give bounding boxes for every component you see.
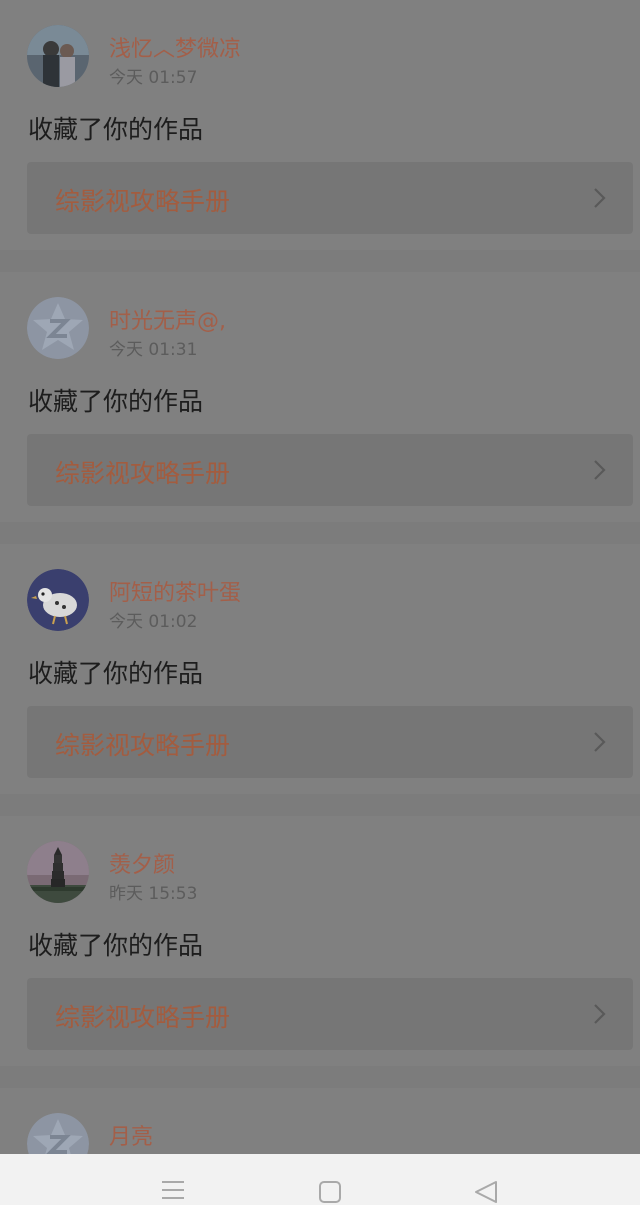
menu-icon (162, 1181, 184, 1199)
card-header: 月亮 (27, 1113, 627, 1154)
username[interactable]: 时光无声@, (109, 303, 226, 335)
notification-card: 浅忆︿梦微凉 今天 01:57 收藏了你的作品 综影视攻略手册 (0, 0, 640, 250)
home-button[interactable] (300, 1154, 360, 1205)
username[interactable]: 羡夕颜 (109, 847, 175, 879)
username[interactable]: 阿短的茶叶蛋 (109, 575, 241, 607)
work-link[interactable]: 综影视攻略手册 (27, 162, 633, 234)
notification-feed: 浅忆︿梦微凉 今天 01:57 收藏了你的作品 综影视攻略手册 时光无声@, 今… (0, 0, 640, 1154)
work-title: 综影视攻略手册 (55, 1003, 231, 1032)
timestamp: 今天 01:31 (109, 340, 198, 360)
back-button[interactable] (456, 1154, 516, 1205)
work-link[interactable]: 综影视攻略手册 (27, 434, 633, 506)
home-square-icon (319, 1181, 341, 1203)
card-header: 阿短的茶叶蛋 今天 01:02 (27, 569, 627, 633)
action-text: 收藏了你的作品 (28, 659, 204, 688)
chevron-right-icon (594, 460, 606, 480)
card-header: 浅忆︿梦微凉 今天 01:57 (27, 25, 627, 89)
card-header: 时光无声@, 今天 01:31 (27, 297, 627, 361)
work-title: 综影视攻略手册 (55, 731, 231, 760)
timestamp: 昨天 15:53 (109, 884, 198, 904)
work-title: 综影视攻略手册 (55, 187, 231, 216)
system-navigation-bar (0, 1154, 640, 1205)
timestamp: 今天 01:57 (109, 68, 198, 88)
chevron-right-icon (594, 732, 606, 752)
card-header: 羡夕颜 昨天 15:53 (27, 841, 627, 905)
work-link[interactable]: 综影视攻略手册 (27, 706, 633, 778)
action-text: 收藏了你的作品 (28, 387, 204, 416)
chevron-right-icon (594, 1004, 606, 1024)
work-title: 综影视攻略手册 (55, 459, 231, 488)
notification-card: 羡夕颜 昨天 15:53 收藏了你的作品 综影视攻略手册 (0, 816, 640, 1066)
action-text: 收藏了你的作品 (28, 931, 204, 960)
timestamp: 今天 01:02 (109, 612, 198, 632)
avatar[interactable] (27, 569, 89, 631)
avatar[interactable] (27, 25, 89, 87)
avatar[interactable] (27, 841, 89, 903)
default-avatar-icon[interactable] (27, 297, 89, 359)
username[interactable]: 月亮 (109, 1119, 153, 1151)
notification-card: 月亮 (0, 1088, 640, 1154)
back-triangle-icon (475, 1181, 497, 1203)
chevron-right-icon (594, 188, 606, 208)
work-link[interactable]: 综影视攻略手册 (27, 978, 633, 1050)
notification-card: 时光无声@, 今天 01:31 收藏了你的作品 综影视攻略手册 (0, 272, 640, 522)
default-avatar-icon[interactable] (27, 1113, 89, 1154)
username[interactable]: 浅忆︿梦微凉 (109, 31, 241, 63)
menu-button[interactable] (143, 1154, 203, 1205)
notification-card: 阿短的茶叶蛋 今天 01:02 收藏了你的作品 综影视攻略手册 (0, 544, 640, 794)
action-text: 收藏了你的作品 (28, 115, 204, 144)
